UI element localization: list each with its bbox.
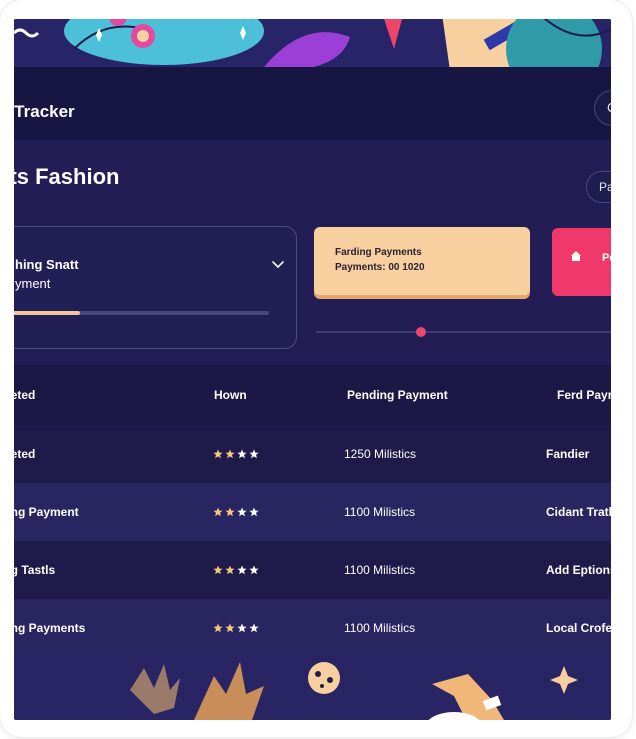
star-icon xyxy=(249,449,259,459)
star-icon xyxy=(225,507,235,517)
star-icon xyxy=(213,565,223,575)
payment-card-title: Farding Payments xyxy=(335,247,422,258)
table-row[interactable]: ding Payment 1100 Milistics Cidant Tratle xyxy=(14,483,611,541)
app-viewport: s Tracker C nts Fashion Pa hing Snatt ym… xyxy=(14,19,611,720)
star-icon xyxy=(225,565,235,575)
column-header: pleted xyxy=(14,388,36,402)
rating-stars xyxy=(213,449,259,459)
header-action-label: C xyxy=(607,100,611,115)
top-illustration xyxy=(14,19,611,67)
row-reference: Cidant Tratle xyxy=(546,505,611,519)
rating-stars xyxy=(213,565,259,575)
bottom-illustration xyxy=(14,650,611,720)
dropdown-title: hing Snatt xyxy=(15,257,79,272)
payments-section: nts Fashion Pa hing Snatt yment Farding … xyxy=(14,140,611,365)
dropdown-subtitle: yment xyxy=(15,276,51,291)
row-reference: Add Eptions xyxy=(546,563,611,577)
star-icon xyxy=(237,507,247,517)
rating-stars xyxy=(213,507,259,517)
payment-card[interactable]: Farding Payments Payments: 00 1020 xyxy=(314,227,530,295)
header-action-button[interactable]: C xyxy=(594,90,611,126)
star-icon xyxy=(213,449,223,459)
app-title: s Tracker xyxy=(14,102,75,121)
row-reference: Fandier xyxy=(546,447,590,461)
row-status: ing Tastls xyxy=(14,563,56,577)
star-icon xyxy=(249,565,259,575)
star-icon xyxy=(225,449,235,459)
star-icon xyxy=(249,623,259,633)
chevron-down-icon[interactable] xyxy=(271,258,285,272)
payment-card-amount: Payments: 00 1020 xyxy=(335,262,425,273)
table-row[interactable]: ding Payments 1100 Milistics Local Crofer xyxy=(14,599,611,657)
pink-action-button[interactable]: Pe xyxy=(552,228,611,296)
row-amount: 1100 Milistics xyxy=(344,505,416,519)
star-icon xyxy=(213,623,223,633)
rating-stars xyxy=(213,623,259,633)
column-header: Pending Payment xyxy=(347,388,448,402)
row-status: ding Payments xyxy=(14,621,86,635)
table-header-row: pleted Hown Pending Payment Ferd Paym xyxy=(14,365,611,425)
slider-track[interactable] xyxy=(316,331,611,333)
section-title: nts Fashion xyxy=(14,164,120,189)
row-status: pleted xyxy=(14,447,36,461)
payments-table: pleted Hown Pending Payment Ferd Paym pl… xyxy=(14,365,611,657)
home-icon xyxy=(571,251,581,261)
row-reference: Local Crofer xyxy=(546,621,611,635)
dropdown-progress-fill xyxy=(14,311,80,315)
column-header: Ferd Paym xyxy=(557,388,611,402)
column-header: Hown xyxy=(214,388,247,402)
app-header: s Tracker C xyxy=(14,67,611,140)
table-row[interactable]: pleted 1250 Milistics Fandier xyxy=(14,425,611,483)
star-icon xyxy=(237,623,247,633)
section-pill-label: Pa xyxy=(599,180,611,194)
dropdown-progress-track xyxy=(14,311,269,315)
row-amount: 1100 Milistics xyxy=(344,621,416,635)
table-row[interactable]: ing Tastls 1100 Milistics Add Eptions xyxy=(14,541,611,599)
slider-thumb[interactable] xyxy=(416,327,426,337)
row-amount: 1250 Milistics xyxy=(344,447,417,461)
star-icon xyxy=(213,507,223,517)
star-icon xyxy=(237,449,247,459)
star-icon xyxy=(249,507,259,517)
bottom-illustration-art xyxy=(130,662,578,720)
section-pill-button[interactable]: Pa xyxy=(586,171,611,203)
row-amount: 1100 Milistics xyxy=(344,563,416,577)
star-icon xyxy=(225,623,235,633)
window-frame: s Tracker C nts Fashion Pa hing Snatt ym… xyxy=(0,0,632,737)
pink-action-label: Pe xyxy=(602,252,611,264)
star-icon xyxy=(237,565,247,575)
row-status: ding Payment xyxy=(14,505,79,519)
top-illustration-art xyxy=(14,19,611,67)
dropdown-card[interactable]: hing Snatt yment xyxy=(14,226,297,349)
